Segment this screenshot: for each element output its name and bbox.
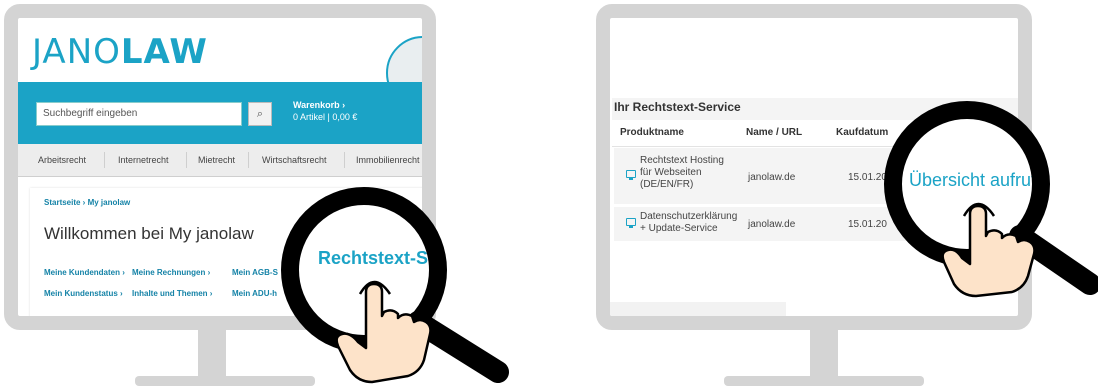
overlay-graphics: [281, 101, 1098, 384]
pointing-hand-icon: [335, 280, 432, 384]
